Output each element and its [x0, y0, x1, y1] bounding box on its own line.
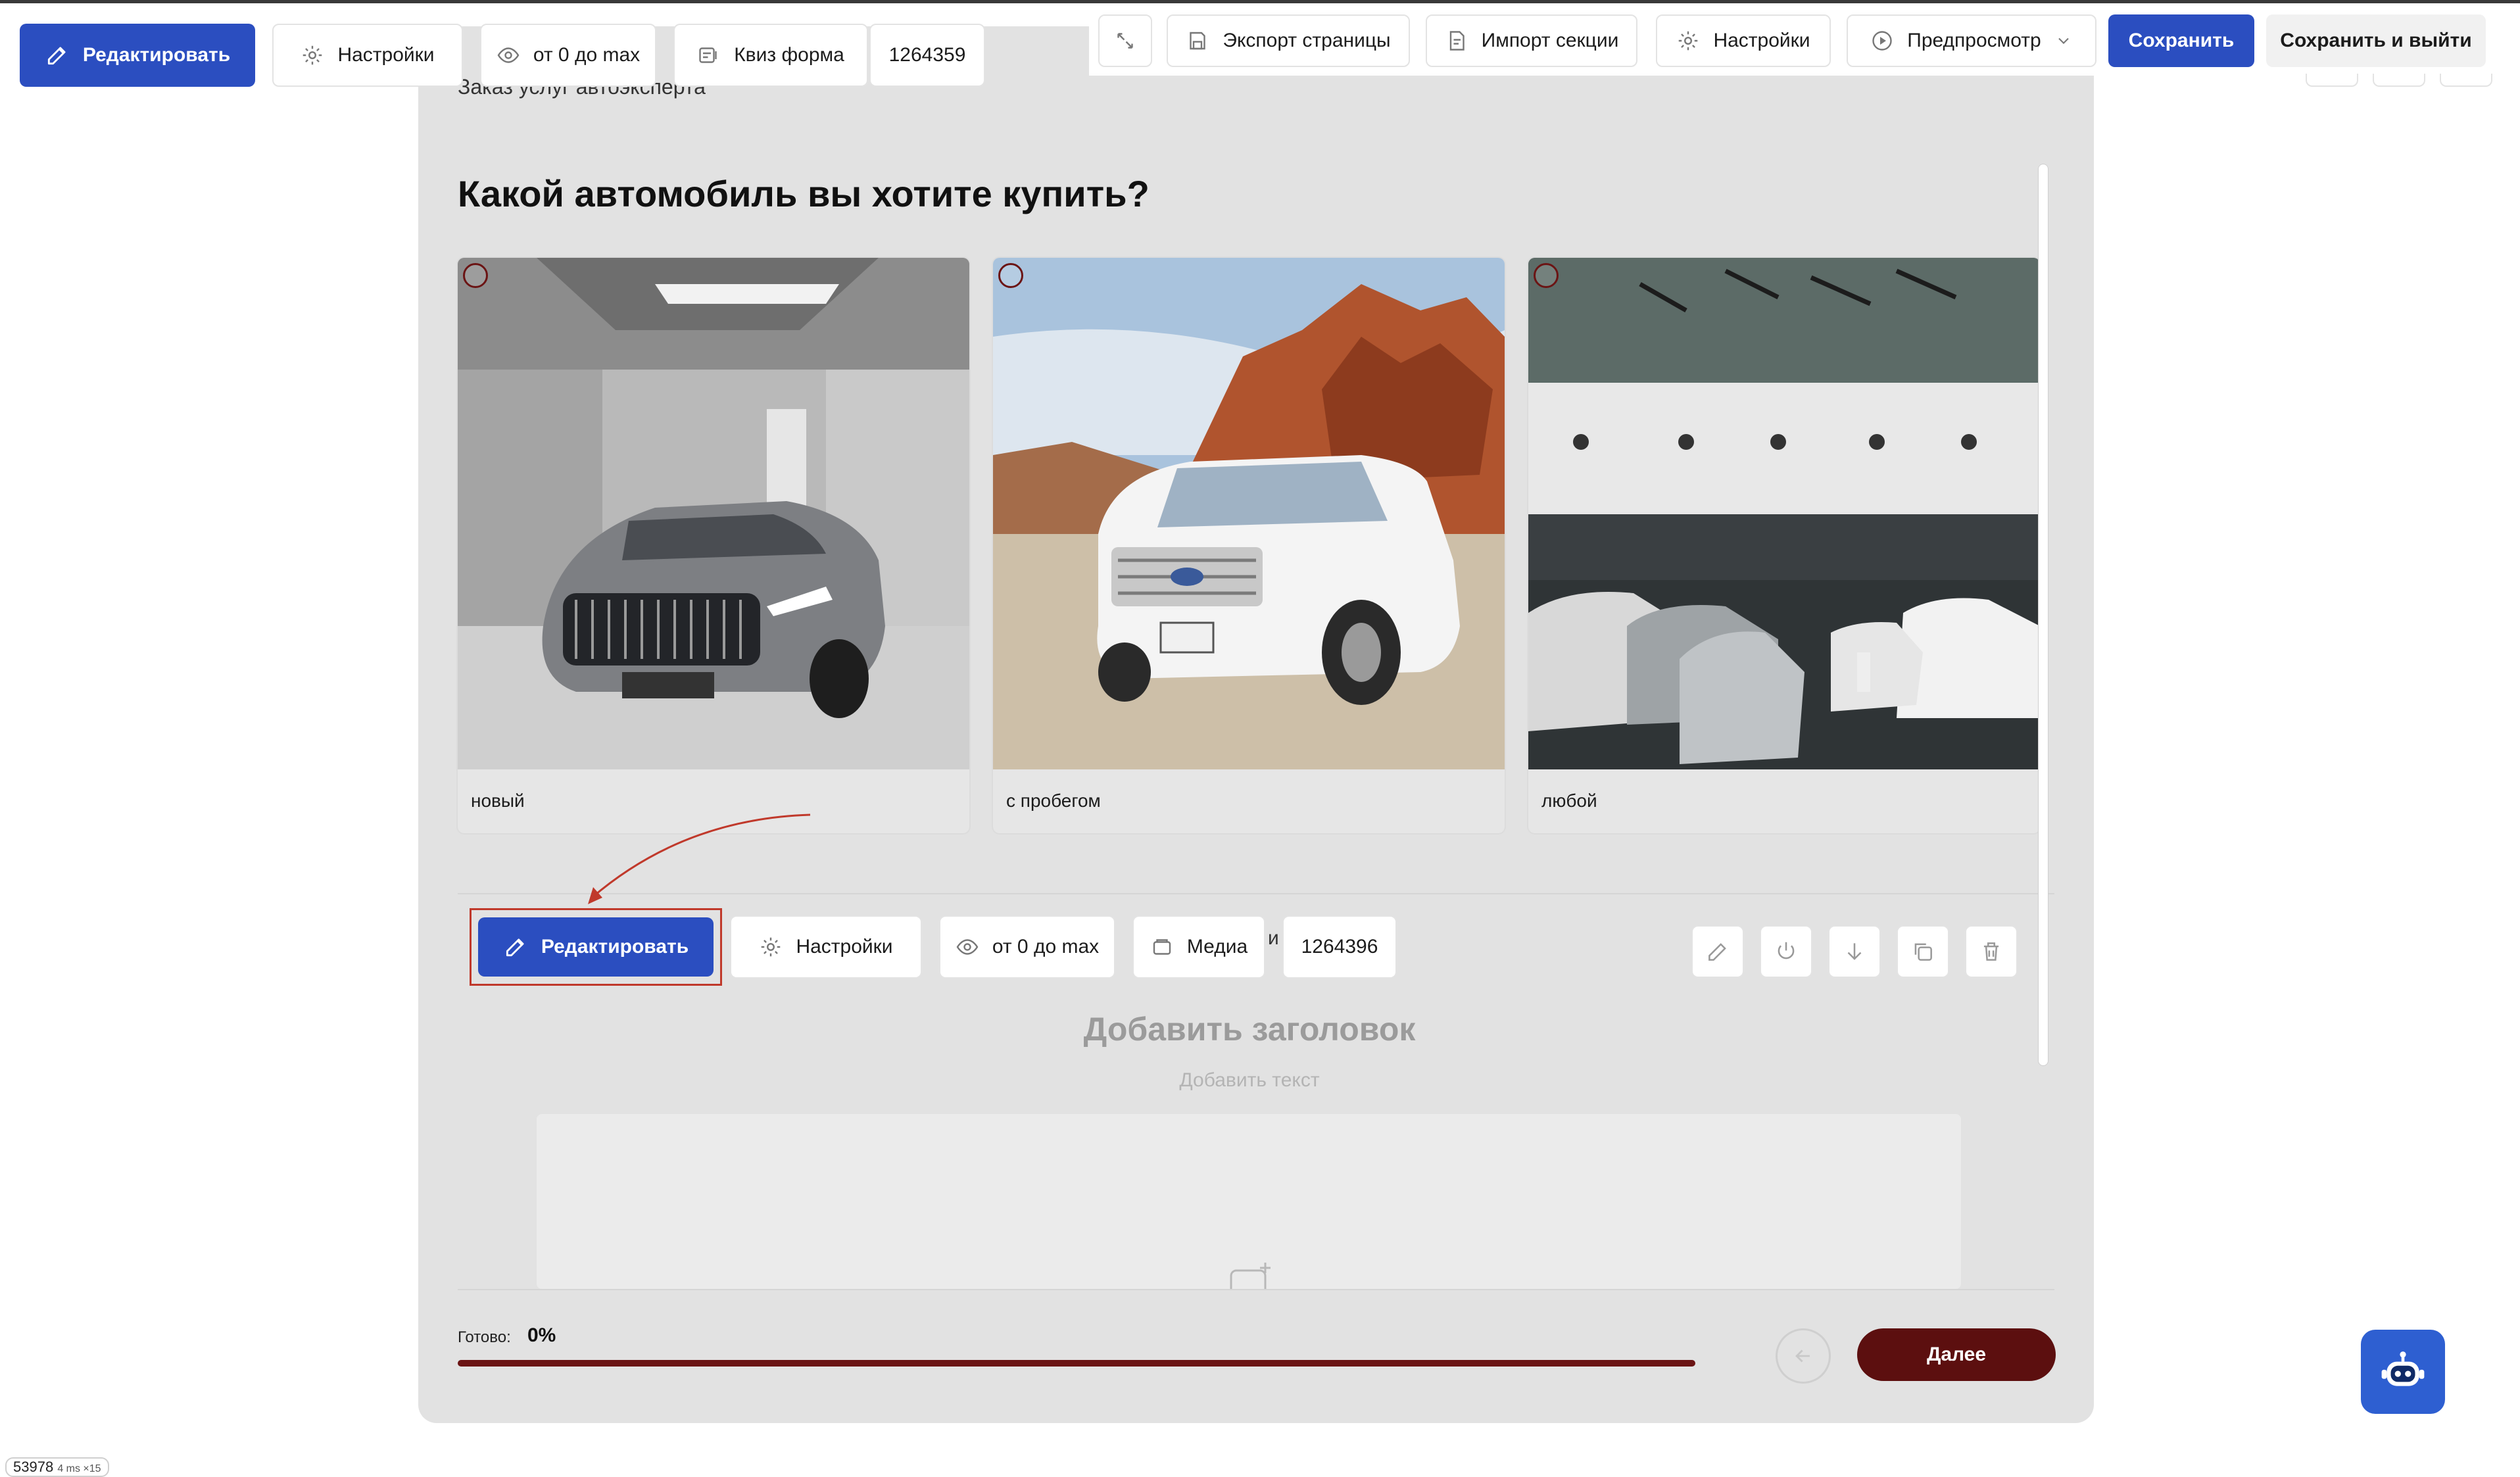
quiz-question: Какой автомобиль вы хотите купить?: [458, 173, 1150, 214]
export-page-button[interactable]: Экспорт страницы: [1167, 14, 1410, 67]
dealership-hall-with-cars-image: [1528, 258, 2040, 769]
perf-counter-value: 53978: [13, 1459, 54, 1475]
import-document-icon: [1449, 31, 1465, 51]
back-button[interactable]: [1776, 1328, 1831, 1384]
perf-counter: 53978 4 ms ×15: [5, 1457, 109, 1477]
section-delete-button[interactable]: [1965, 925, 2018, 978]
block-id-badge: 1264359: [869, 24, 985, 87]
expand-button[interactable]: [1098, 14, 1152, 67]
save-and-exit-button[interactable]: Сохранить и выйти: [2266, 14, 2486, 67]
robot-icon: [2381, 1351, 2425, 1386]
white-suv-in-desert-image: [993, 258, 1505, 769]
page-settings-button[interactable]: Настройки: [1656, 14, 1831, 67]
section-visibility-label: от 0 до max: [992, 936, 1100, 957]
pencil-icon: [47, 47, 66, 65]
section-edit-button[interactable]: Редактировать: [478, 917, 714, 977]
section-id-label: 1264396: [1301, 936, 1378, 957]
media-folder-icon: [1153, 939, 1171, 955]
hidden-control-1: [2306, 74, 2358, 87]
arrow-left-icon: [1795, 1349, 1810, 1363]
silver-sedan-in-showroom-image: [458, 258, 969, 769]
section-edit-label: Редактировать: [541, 936, 689, 957]
section-toggle-button[interactable]: [1760, 925, 1812, 978]
gear-icon: [762, 937, 781, 957]
canvas-scrollbar[interactable]: [2039, 164, 2048, 1065]
eye-icon: [956, 939, 979, 955]
block-edit-button[interactable]: Редактировать: [20, 24, 255, 87]
section-move-down-button[interactable]: [1828, 925, 1881, 978]
block-type-label: Квиз форма: [734, 44, 844, 66]
option-card-any[interactable]: любой: [1528, 258, 2040, 833]
option-card-used[interactable]: с пробегом: [993, 258, 1505, 833]
progress-label: Готово:: [458, 1328, 511, 1346]
option-radio-new[interactable]: [463, 263, 488, 288]
preview-dropdown[interactable]: Предпросмотр: [1847, 14, 2096, 67]
block-settings-label: Настройки: [337, 44, 435, 66]
export-page-label: Экспорт страницы: [1223, 30, 1391, 51]
next-button[interactable]: Далее: [1857, 1328, 2056, 1381]
save-page-icon: [1190, 32, 1206, 50]
chevron-down-icon: [2058, 37, 2069, 44]
section-media-button[interactable]: Медиа: [1132, 915, 1265, 979]
block-id-label: 1264359: [888, 44, 966, 66]
section-id-badge: 1264396: [1282, 915, 1397, 979]
copy-icon: [1914, 943, 1932, 961]
block-visibility-button[interactable]: от 0 до max: [480, 24, 656, 87]
preview-label: Предпросмотр: [1907, 30, 2041, 51]
add-text-placeholder[interactable]: Добавить текст: [458, 1069, 2041, 1092]
import-section-button[interactable]: Импорт секции: [1426, 14, 1637, 67]
gear-icon: [303, 45, 322, 65]
section-type-fragment: и: [1268, 927, 1279, 949]
option-label-used: с пробегом: [1006, 790, 1101, 811]
quiz-form-icon: [699, 47, 717, 63]
section-settings-button[interactable]: Настройки: [730, 915, 922, 979]
option-label-new: новый: [471, 790, 525, 811]
eye-icon: [497, 47, 520, 63]
power-icon: [1778, 942, 1795, 959]
pencil-icon: [506, 938, 524, 957]
section-edit-icon-button[interactable]: [1691, 925, 1744, 978]
progress-value: 0%: [527, 1324, 556, 1346]
hidden-control-3: [2440, 74, 2492, 87]
option-radio-used[interactable]: [998, 263, 1023, 288]
expand-arrows-icon: [1117, 33, 1133, 49]
save-button[interactable]: Сохранить: [2108, 14, 2254, 67]
import-section-label: Импорт секции: [1481, 30, 1619, 51]
section-settings-label: Настройки: [796, 936, 893, 957]
gear-icon: [1679, 31, 1698, 51]
trash-icon: [1983, 942, 1999, 961]
pencil-icon: [1708, 943, 1726, 961]
arrow-down-icon: [1847, 943, 1862, 960]
save-and-exit-label: Сохранить и выйти: [2280, 30, 2472, 51]
annotation-arrow: [588, 813, 811, 904]
save-label: Сохранить: [2128, 30, 2235, 51]
block-type-button[interactable]: Квиз форма: [673, 24, 868, 87]
option-radio-any[interactable]: [1534, 263, 1559, 288]
progress-bar-fill: [458, 1360, 1695, 1367]
footer-divider: [458, 1289, 2054, 1290]
add-media-icon: [1230, 1263, 1271, 1289]
option-label-any: любой: [1541, 790, 1597, 811]
progress-bar: [458, 1360, 1695, 1367]
section-copy-button[interactable]: [1897, 925, 1949, 978]
block-settings-button[interactable]: Настройки: [272, 24, 463, 87]
page-settings-label: Настройки: [1713, 30, 1810, 51]
block-edit-label: Редактировать: [82, 44, 231, 66]
assistant-bot-button[interactable]: [2361, 1330, 2445, 1414]
section-media-label: Медиа: [1186, 936, 1248, 957]
section-visibility-button[interactable]: от 0 до max: [939, 915, 1115, 979]
option-card-new[interactable]: новый: [458, 258, 969, 833]
block-visibility-label: от 0 до max: [533, 44, 641, 66]
hidden-control-2: [2373, 74, 2425, 87]
add-heading-placeholder[interactable]: Добавить заголовок: [458, 1010, 2041, 1048]
play-circle-icon: [1872, 31, 1892, 51]
